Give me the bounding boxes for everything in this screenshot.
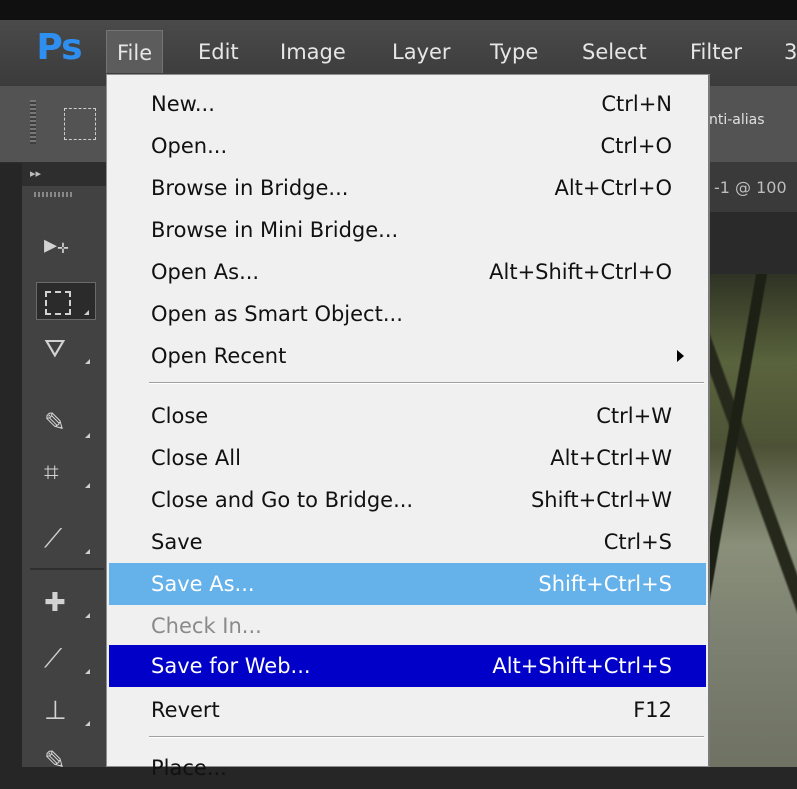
menu-item-label: Browse in Bridge... (151, 176, 349, 200)
brush-icon[interactable]: ⟋ (36, 640, 96, 678)
menu-separator (149, 382, 704, 384)
polygonal-lasso-icon[interactable]: ⛛ (36, 330, 96, 368)
menu-image[interactable]: Image (270, 30, 356, 74)
submenu-arrow-icon (677, 350, 684, 362)
menu-item-label: Save As... (151, 572, 255, 596)
menu-item-label: Close and Go to Bridge... (151, 488, 414, 512)
eyedropper-icon[interactable]: ⟋ (36, 520, 96, 558)
menu-item-open-recent[interactable]: Open Recent (109, 335, 706, 377)
menu-item-open-as[interactable]: Open As... Alt+Shift+Ctrl+O (109, 251, 706, 293)
menu-item-close-all[interactable]: Close All Alt+Ctrl+W (109, 437, 706, 479)
menu-item-shortcut: Alt+Shift+Ctrl+O (489, 260, 672, 284)
menu-item-check-in: Check In... (109, 605, 706, 647)
menu-item-label: Open... (151, 134, 228, 158)
menu-item-browse-in-mini-bridge[interactable]: Browse in Mini Bridge... (109, 209, 706, 251)
quick-selection-icon[interactable]: ✎ (36, 404, 96, 442)
menu-3d[interactable]: 3 (774, 30, 797, 74)
file-menu-dropdown: New... Ctrl+N Open... Ctrl+O Browse in B… (106, 74, 710, 780)
menu-item-shortcut: Alt+Ctrl+W (550, 446, 672, 470)
document-tab[interactable]: -1 @ 100 (714, 178, 787, 197)
menu-item-label: Browse in Mini Bridge... (151, 218, 399, 242)
menu-item-label: New... (151, 92, 215, 116)
menu-item-close-and-go-to-bridge[interactable]: Close and Go to Bridge... Shift+Ctrl+W (109, 479, 706, 521)
stamp-icon[interactable]: ⊥ (36, 692, 96, 730)
menu-item-label: Open as Smart Object... (151, 302, 403, 326)
menu-item-shortcut: Ctrl+O (600, 134, 673, 158)
menu-separator (149, 736, 704, 738)
menu-item-shortcut: Shift+Ctrl+W (530, 488, 672, 512)
menu-item-label: Save for Web... (151, 654, 311, 678)
menu-item-revert[interactable]: Revert F12 (109, 689, 706, 731)
menu-item-open[interactable]: Open... Ctrl+O (109, 125, 706, 167)
menu-item-save-as[interactable]: Save As... Shift+Ctrl+S (109, 563, 706, 605)
rect-marquee-icon[interactable] (36, 282, 96, 320)
bandage-icon[interactable]: ✚ (36, 584, 96, 622)
marquee-preset-icon[interactable] (64, 108, 96, 140)
canvas-photo[interactable] (700, 274, 797, 767)
move-tool-icon[interactable]: ▸✛ (36, 226, 96, 264)
menu-item-label: Open As... (151, 260, 260, 284)
menu-item-new[interactable]: New... Ctrl+N (109, 83, 706, 125)
menu-item-label: Save (151, 530, 203, 554)
menu-item-place[interactable]: Place... (109, 747, 706, 789)
menu-item-label: Place... (151, 756, 227, 780)
menu-item-label: Open Recent (151, 344, 287, 368)
menu-filter[interactable]: Filter (680, 30, 752, 74)
history-brush-icon[interactable]: ✎ (36, 742, 96, 780)
menu-file[interactable]: File (106, 30, 164, 73)
photoshop-logo: Ps (36, 27, 82, 68)
tools-panel-grip[interactable] (34, 192, 74, 197)
menu-type[interactable]: Type (480, 30, 548, 74)
menu-item-save-for-web[interactable]: Save for Web... Alt+Shift+Ctrl+S (109, 645, 706, 687)
menu-item-label: Revert (151, 698, 220, 722)
menu-item-shortcut: Shift+Ctrl+S (538, 572, 672, 596)
menu-item-browse-in-bridge[interactable]: Browse in Bridge... Alt+Ctrl+O (109, 167, 706, 209)
menu-select[interactable]: Select (572, 30, 657, 74)
menu-item-shortcut: Alt+Ctrl+O (554, 176, 672, 200)
menu-item-save[interactable]: Save Ctrl+S (109, 521, 706, 563)
menu-item-shortcut: Ctrl+S (603, 530, 672, 554)
window-top-strip (0, 0, 797, 20)
options-bar-grip[interactable] (30, 100, 36, 144)
menu-item-shortcut: Ctrl+N (601, 92, 672, 116)
menu-item-label: Close All (151, 446, 241, 470)
menu-item-label: Check In... (151, 614, 262, 638)
menu-item-shortcut: Ctrl+W (596, 404, 672, 428)
crop-icon[interactable]: ⌗ (36, 454, 96, 492)
tools-divider (30, 568, 104, 570)
menu-item-close[interactable]: Close Ctrl+W (109, 395, 706, 437)
menu-item-shortcut: Alt+Shift+Ctrl+S (492, 654, 672, 678)
menu-edit[interactable]: Edit (188, 30, 249, 74)
menu-item-open-as-smart-object[interactable]: Open as Smart Object... (109, 293, 706, 335)
menu-item-shortcut: F12 (633, 698, 672, 722)
menu-layer[interactable]: Layer (382, 30, 461, 74)
antialias-label[interactable]: nti-alias (709, 112, 765, 128)
menu-item-label: Close (151, 404, 209, 428)
tools-panel-header[interactable]: ▸▸ (22, 162, 108, 186)
